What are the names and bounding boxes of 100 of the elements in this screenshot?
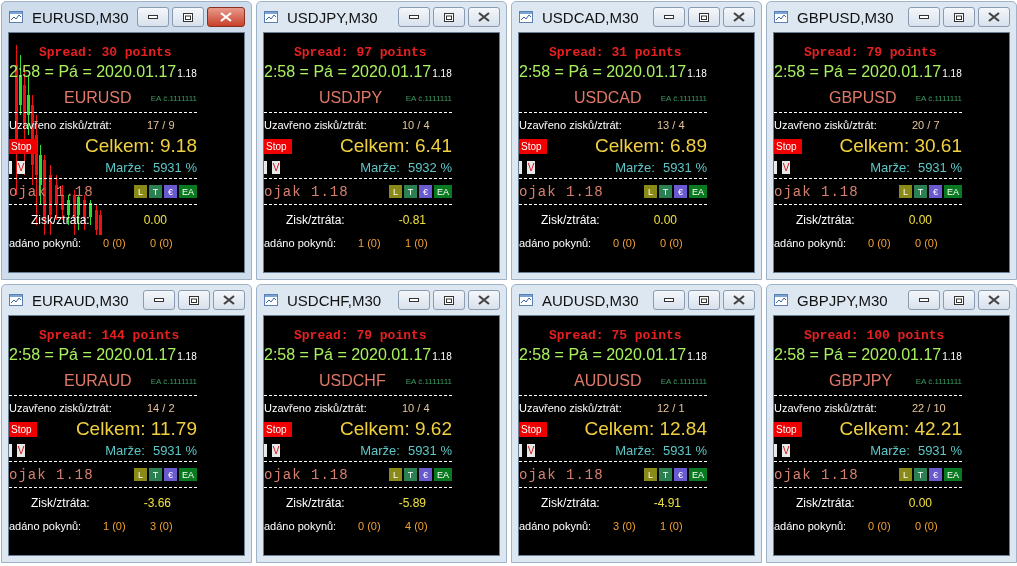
- status-badge[interactable]: L: [134, 185, 147, 198]
- closed-count: 20 / 7: [912, 118, 940, 131]
- status-badge[interactable]: EA: [689, 185, 707, 198]
- profit-loss-label: Zisk/ztráta:: [31, 496, 90, 510]
- maximize-button[interactable]: [172, 7, 204, 27]
- stop-button[interactable]: Stop: [9, 421, 37, 437]
- v-button[interactable]: V: [527, 160, 536, 174]
- maximize-button[interactable]: [943, 7, 975, 27]
- status-badge[interactable]: T: [659, 468, 672, 481]
- close-button[interactable]: [723, 290, 755, 310]
- status-badge[interactable]: EA: [179, 185, 197, 198]
- small-button[interactable]: [519, 160, 522, 174]
- status-badge[interactable]: €: [164, 185, 177, 198]
- stop-button[interactable]: Stop: [264, 421, 292, 437]
- chart-window-icon: [8, 9, 24, 25]
- minimize-button[interactable]: [143, 290, 175, 310]
- minimize-button[interactable]: [398, 7, 430, 27]
- minimize-button[interactable]: [908, 7, 940, 27]
- status-badge[interactable]: EA: [179, 468, 197, 481]
- small-button[interactable]: [774, 443, 777, 457]
- v-button[interactable]: V: [527, 443, 536, 457]
- symbol-label: EURUSD: [64, 89, 133, 107]
- chart-window-icon: [518, 9, 534, 25]
- close-button[interactable]: [207, 7, 245, 27]
- status-badge[interactable]: EA: [944, 468, 962, 481]
- status-badge[interactable]: €: [929, 468, 942, 481]
- v-button[interactable]: V: [17, 160, 26, 174]
- status-badge[interactable]: L: [389, 185, 402, 198]
- status-badge[interactable]: T: [404, 468, 417, 481]
- stop-button[interactable]: Stop: [519, 138, 547, 154]
- v-button[interactable]: V: [782, 160, 791, 174]
- v-button[interactable]: V: [782, 443, 791, 457]
- maximize-button[interactable]: [943, 290, 975, 310]
- expert-name: ojak 1.18: [519, 466, 605, 483]
- close-button[interactable]: [468, 7, 500, 27]
- minimize-button[interactable]: [137, 7, 169, 27]
- stop-button[interactable]: Stop: [519, 421, 547, 437]
- maximize-button[interactable]: [178, 290, 210, 310]
- profit-loss-value: 0.00: [653, 213, 678, 227]
- close-button[interactable]: [978, 290, 1010, 310]
- stop-button[interactable]: Stop: [774, 138, 802, 154]
- status-badge[interactable]: T: [914, 185, 927, 198]
- expert-name: ojak 1.18: [9, 466, 95, 483]
- profit-loss-label: Zisk/ztráta:: [796, 213, 855, 227]
- status-badge[interactable]: €: [164, 468, 177, 481]
- v-button[interactable]: V: [272, 443, 281, 457]
- profit-loss-value: -5.89: [398, 496, 427, 510]
- minimize-icon: [409, 15, 419, 19]
- status-badge[interactable]: €: [674, 468, 687, 481]
- margin-value: 5931 %: [662, 442, 707, 458]
- version-text: 1.18: [432, 68, 452, 79]
- status-badge[interactable]: T: [659, 185, 672, 198]
- status-badge[interactable]: L: [389, 468, 402, 481]
- status-badge[interactable]: L: [644, 468, 657, 481]
- close-button[interactable]: [213, 290, 245, 310]
- status-badge[interactable]: L: [899, 185, 912, 198]
- small-button[interactable]: [9, 160, 12, 174]
- status-badge[interactable]: L: [134, 468, 147, 481]
- small-button[interactable]: [264, 443, 267, 457]
- maximize-button[interactable]: [688, 7, 720, 27]
- small-button[interactable]: [264, 160, 267, 174]
- v-button[interactable]: V: [17, 443, 26, 457]
- status-badge[interactable]: T: [914, 468, 927, 481]
- status-badge[interactable]: T: [404, 185, 417, 198]
- maximize-button[interactable]: [688, 290, 720, 310]
- maximize-icon: [954, 295, 964, 305]
- status-badge[interactable]: L: [899, 468, 912, 481]
- status-badge[interactable]: €: [419, 185, 432, 198]
- small-button[interactable]: [9, 443, 12, 457]
- maximize-button[interactable]: [433, 7, 465, 27]
- status-badge[interactable]: €: [674, 185, 687, 198]
- expert-name: ojak 1.18: [774, 466, 860, 483]
- status-badge[interactable]: EA: [689, 468, 707, 481]
- close-button[interactable]: [723, 7, 755, 27]
- orders-label: adáno pokynů:: [519, 237, 593, 249]
- stop-button[interactable]: Stop: [9, 138, 37, 154]
- status-badge[interactable]: T: [149, 468, 162, 481]
- buy-orders-value: 1 (0): [103, 520, 127, 532]
- chart-window-icon: [8, 292, 24, 308]
- v-button[interactable]: V: [272, 160, 281, 174]
- stop-button[interactable]: Stop: [264, 138, 292, 154]
- minimize-button[interactable]: [398, 290, 430, 310]
- minimize-button[interactable]: [908, 290, 940, 310]
- minimize-button[interactable]: [653, 290, 685, 310]
- maximize-button[interactable]: [433, 290, 465, 310]
- status-badge[interactable]: EA: [434, 468, 452, 481]
- margin-label: Marže:: [615, 159, 655, 175]
- small-button[interactable]: [519, 443, 522, 457]
- status-badge[interactable]: €: [419, 468, 432, 481]
- close-button[interactable]: [468, 290, 500, 310]
- closed-label: Uzavřeno zisků/ztrát:: [519, 401, 623, 414]
- stop-button[interactable]: Stop: [774, 421, 802, 437]
- small-button[interactable]: [774, 160, 777, 174]
- status-badge[interactable]: EA: [944, 185, 962, 198]
- status-badge[interactable]: €: [929, 185, 942, 198]
- status-badge[interactable]: T: [149, 185, 162, 198]
- status-badge[interactable]: L: [644, 185, 657, 198]
- minimize-button[interactable]: [653, 7, 685, 27]
- status-badge[interactable]: EA: [434, 185, 452, 198]
- close-button[interactable]: [978, 7, 1010, 27]
